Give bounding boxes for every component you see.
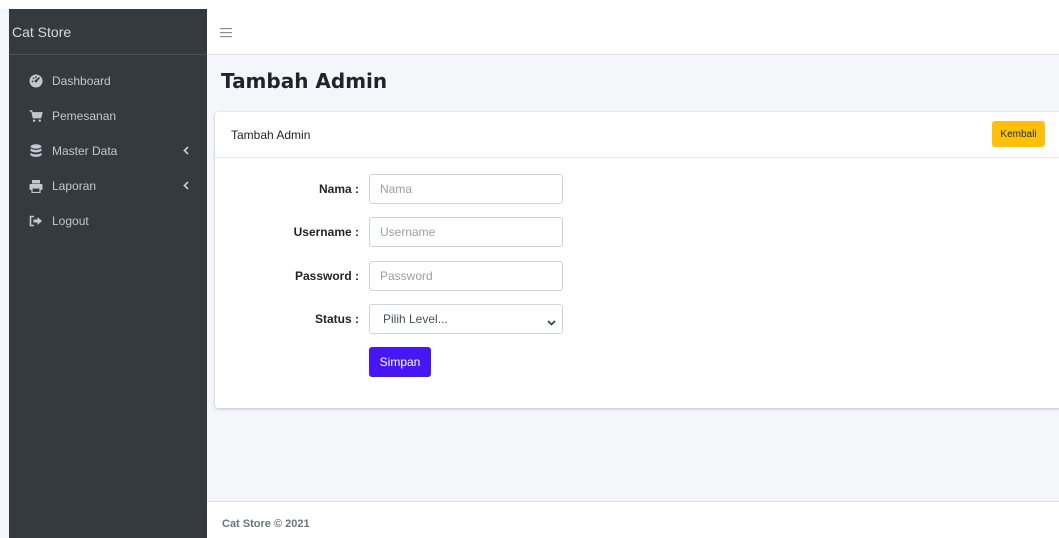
username-input[interactable]: [369, 217, 563, 247]
password-label: Password :: [294, 269, 359, 283]
status-label: Status :: [314, 312, 359, 326]
sidebar-item-master-data[interactable]: Master Data: [9, 133, 207, 168]
admin-form-card: Tambah Admin Kembali Nama : Username : P…: [215, 112, 1059, 408]
page-top-strip: [0, 0, 1059, 9]
shopping-cart-icon: [29, 109, 43, 123]
sidebar-item-logout[interactable]: Logout: [9, 203, 207, 238]
sidebar-item-label: Pemesanan: [52, 108, 117, 123]
sidebar-item-laporan[interactable]: Laporan: [9, 168, 207, 203]
sidebar-item-pemesanan[interactable]: Pemesanan: [9, 98, 207, 133]
back-button[interactable]: Kembali: [992, 121, 1045, 147]
sidebar-item-label: Laporan: [52, 178, 97, 193]
card-header: Tambah Admin Kembali: [215, 112, 1059, 158]
sidebar-item-label: Logout: [52, 213, 89, 228]
username-label: Username :: [293, 225, 359, 239]
status-select[interactable]: Pilih Level...: [369, 304, 563, 334]
sidebar-item-dashboard[interactable]: Dashboard: [9, 63, 207, 98]
topbar: [207, 9, 1059, 55]
chevron-left-icon: [183, 179, 189, 193]
sidebar-item-label: Dashboard: [52, 73, 111, 88]
chevron-left-icon: [183, 144, 189, 158]
nama-label: Nama :: [318, 182, 359, 196]
chevron-down-icon: [547, 315, 556, 329]
sign-out-icon: [29, 214, 43, 228]
nama-input[interactable]: [369, 174, 563, 204]
sidebar-nav: Dashboard Pemesanan Master Data Laporan: [9, 55, 207, 238]
card-title: Tambah Admin: [231, 128, 311, 142]
brand-name: Cat Store: [12, 23, 72, 40]
print-icon: [29, 179, 43, 193]
form-row-status: Status : Pilih Level...: [215, 304, 1059, 334]
brand-link[interactable]: Cat Store: [9, 9, 207, 55]
tachometer-icon: [29, 74, 43, 88]
sidebar: Cat Store Dashboard Pemesanan Master Dat…: [9, 9, 207, 538]
sidebar-item-label: Master Data: [52, 143, 118, 158]
status-select-value: Pilih Level...: [383, 312, 448, 326]
database-icon: [29, 143, 43, 158]
password-input[interactable]: [369, 261, 563, 291]
hamburger-icon[interactable]: [220, 25, 234, 39]
form-row-password: Password :: [215, 261, 1059, 291]
footer: Cat Store © 2021: [207, 501, 1059, 538]
form-row-nama: Nama :: [215, 174, 1059, 204]
footer-copyright: Cat Store © 2021: [222, 518, 310, 530]
form-row-username: Username :: [215, 217, 1059, 247]
page-title: Tambah Admin: [221, 69, 388, 93]
save-button[interactable]: Simpan: [369, 347, 431, 377]
